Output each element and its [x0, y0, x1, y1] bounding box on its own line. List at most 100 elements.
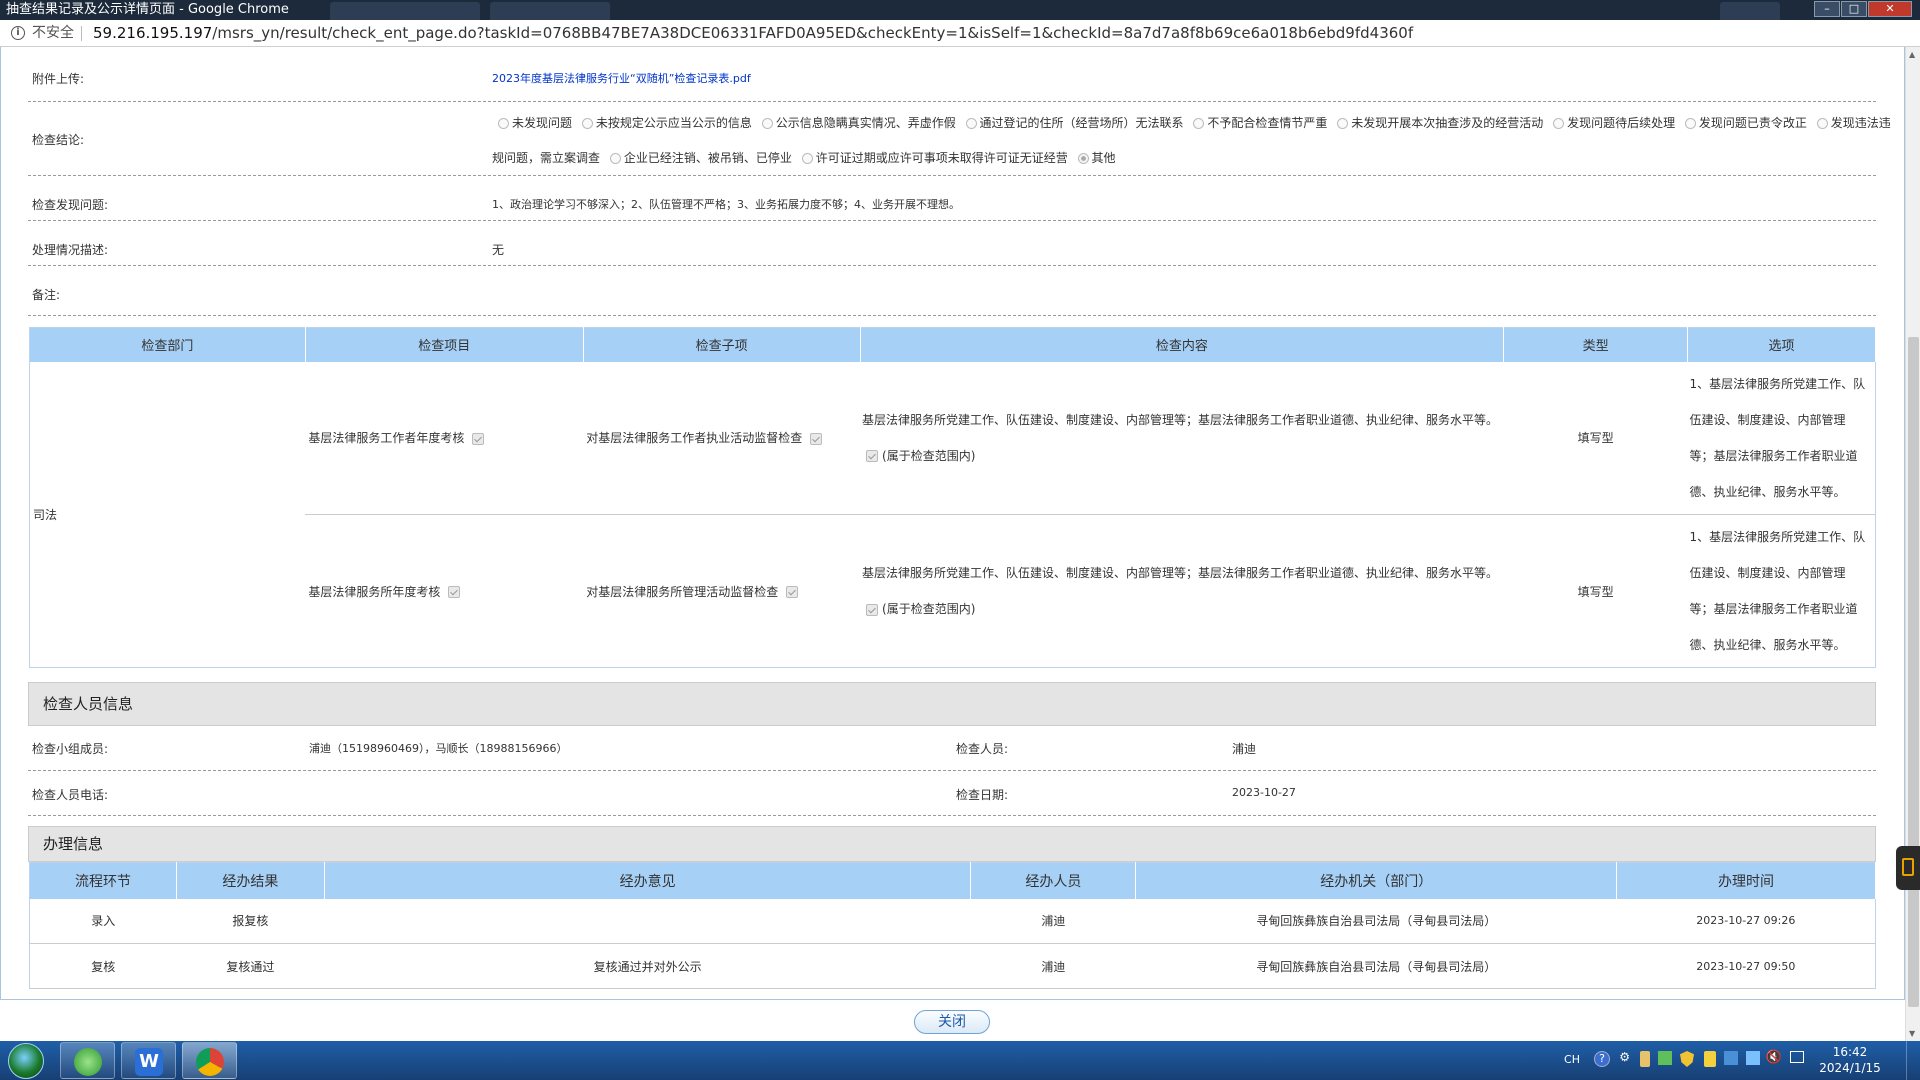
- minimize-icon[interactable]: –: [1814, 1, 1840, 17]
- attachment-file-link[interactable]: 2023年度基层法律服务行业“双随机”检查记录表.pdf: [492, 70, 751, 86]
- table-row: 录入 报复核 浦迪 寻甸回族彝族自治县司法局（寻甸县司法局） 2023-10-2…: [29, 898, 1876, 944]
- issues-row: 检查发现问题: 1、政治理论学习不够深入；2、队伍管理不严格；3、业务拓展力度不…: [28, 176, 1876, 221]
- chrome-icon: [196, 1048, 224, 1076]
- scroll-down-icon[interactable]: ▼: [1909, 1029, 1915, 1038]
- checkbox[interactable]: [866, 603, 879, 616]
- conclusion-option[interactable]: 未发现开展本次抽查涉及的经营活动: [1331, 114, 1543, 131]
- clock[interactable]: 16:42 2024/1/15: [1810, 1044, 1890, 1076]
- background-tab[interactable]: [330, 2, 480, 20]
- taskbar-app[interactable]: W: [121, 1042, 176, 1079]
- app-tray-icon[interactable]: [1746, 1051, 1760, 1065]
- check-items-table: 检查部门 检查项目 检查子项 检查内容 类型 选项 司法 基层法律服务工作者年度…: [29, 327, 1876, 668]
- address-bar[interactable]: i 不安全 59.216.195.197/msrs_yn/result/chec…: [0, 20, 1920, 47]
- lock-icon[interactable]: [1704, 1051, 1716, 1067]
- background-tab[interactable]: [490, 2, 610, 20]
- input-language[interactable]: CH: [1564, 1053, 1580, 1066]
- checkbox[interactable]: [448, 586, 461, 598]
- conclusion-option-selected[interactable]: 其他: [1072, 149, 1116, 166]
- clock-date: 2024/1/15: [1819, 1061, 1881, 1075]
- conclusion-option-continued: 规问题，需立案调查: [492, 151, 601, 165]
- conclusion-option[interactable]: 企业已经注销、被吊销、已停业: [604, 149, 792, 166]
- close-icon[interactable]: ✕: [1868, 1, 1912, 17]
- conclusion-option[interactable]: 未按规定公示应当公示的信息: [576, 114, 752, 131]
- section-title: 办理信息: [28, 826, 1876, 862]
- checkbox[interactable]: [866, 450, 879, 463]
- checkbox[interactable]: [472, 432, 485, 445]
- conclusion-option[interactable]: 发现违法违: [1811, 114, 1891, 131]
- side-extension-icon[interactable]: [1896, 846, 1920, 890]
- option-line: 1、基层法律服务所党建工作、队: [1689, 376, 1866, 391]
- radio-button[interactable]: [965, 118, 977, 129]
- radio-button[interactable]: [581, 118, 593, 129]
- radio-button[interactable]: [1684, 118, 1696, 129]
- radio-button[interactable]: [1337, 118, 1349, 129]
- remark-row: 备注:: [28, 266, 1876, 316]
- option-cell: 1、基层法律服务所党建工作、队 伍建设、制度建设、内部管理 等；基层法律服务工作…: [1687, 514, 1876, 668]
- table-cell: 寻甸回族彝族自治县司法局（寻甸县司法局）: [1135, 943, 1617, 989]
- action-center-icon[interactable]: [1790, 1051, 1804, 1063]
- conclusion-option[interactable]: 通过登记的住所（经营场所）无法联系: [960, 114, 1184, 131]
- usb-icon[interactable]: [1640, 1051, 1650, 1067]
- content-text: 基层法律服务所党建工作、队伍建设、制度建设、内部管理等；基层法律服务工作者职业道…: [862, 566, 1499, 580]
- conclusion-option[interactable]: 发现问题已责令改正: [1679, 114, 1807, 131]
- taskbar-app[interactable]: [60, 1042, 115, 1079]
- network-icon[interactable]: [1724, 1051, 1738, 1065]
- security-label[interactable]: 不安全: [32, 20, 74, 46]
- inspector-label: 检查人员:: [956, 742, 1009, 756]
- option-cell: 1、基层法律服务所党建工作、队 伍建设、制度建设、内部管理 等；基层法律服务工作…: [1688, 362, 1876, 515]
- start-button[interactable]: [4, 1042, 50, 1079]
- settings-icon[interactable]: ⚙: [1619, 1050, 1630, 1064]
- taskbar-app-active[interactable]: [182, 1042, 237, 1079]
- scroll-up-icon[interactable]: ▲: [1909, 50, 1915, 59]
- conclusion-option[interactable]: 不予配合检查情节严重: [1187, 114, 1327, 131]
- url-host: 59.216.195.197: [93, 24, 213, 42]
- department-cell: 司法: [33, 507, 58, 522]
- radio-button[interactable]: [1816, 118, 1828, 129]
- vertical-scrollbar[interactable]: ▲ ▼: [1905, 47, 1920, 1041]
- conclusion-row: 检查结论: 未发现问题 未按规定公示应当公示的信息 公示信息隐瞒真实情况、弄虚作…: [28, 102, 1891, 176]
- conclusion-option[interactable]: 发现问题待后续处理: [1547, 114, 1675, 131]
- taskbar: W CH ? ⚙ 🔇 16:42 2024/1/15: [0, 1041, 1920, 1080]
- maximize-icon[interactable]: □: [1841, 1, 1867, 17]
- url-path: /msrs_yn/result/check_ent_page.do?taskId…: [212, 24, 1414, 42]
- conclusion-label: 检查结论:: [32, 133, 85, 147]
- url-text[interactable]: 59.216.195.197/msrs_yn/result/check_ent_…: [93, 20, 1413, 46]
- phone-row: 检查人员电话: 检查日期: 2023-10-27: [28, 771, 1876, 816]
- divider: [81, 26, 82, 41]
- window-controls: – □ ✕: [1813, 1, 1912, 17]
- show-desktop-button[interactable]: [1906, 1041, 1920, 1080]
- radio-button[interactable]: [801, 153, 813, 164]
- table-cell: 复核通过: [176, 943, 325, 989]
- option-line: 等；基层法律服务工作者职业道: [1689, 448, 1858, 463]
- network-status-icon[interactable]: [1658, 1051, 1672, 1065]
- item-cell: 基层法律服务所年度考核: [305, 514, 584, 668]
- volume-muted-icon[interactable]: 🔇: [1766, 1050, 1782, 1065]
- handling-row: 处理情况描述: 无: [28, 221, 1876, 266]
- table-row: 基层法律服务所年度考核 对基层法律服务所管理活动监督检查 基层法律服务所党建工作…: [30, 514, 1876, 668]
- radio-button[interactable]: [609, 153, 621, 164]
- conclusion-option[interactable]: 公示信息隐瞒真实情况、弄虚作假: [756, 114, 956, 131]
- radio-button-selected[interactable]: [1077, 153, 1089, 164]
- item-cell: 基层法律服务工作者年度考核: [305, 362, 583, 515]
- handling-label: 处理情况描述:: [32, 243, 109, 257]
- checkbox[interactable]: [786, 586, 799, 598]
- radio-button[interactable]: [498, 118, 509, 129]
- option-line: 等；基层法律服务工作者职业道: [1689, 602, 1858, 616]
- checkbox[interactable]: [810, 432, 823, 445]
- issues-value: 1、政治理论学习不够深入；2、队伍管理不严格；3、业务拓展力度不够；4、业务开展…: [492, 198, 960, 211]
- radio-button[interactable]: [761, 118, 773, 129]
- type-cell: 填写型: [1503, 514, 1688, 668]
- table-cell: 报复核: [176, 898, 325, 944]
- window-titlebar: 抽查结果记录及公示详情页面 - Google Chrome – □ ✕: [0, 0, 1920, 20]
- info-icon[interactable]: i: [11, 26, 25, 40]
- conclusion-option[interactable]: 未发现问题: [492, 114, 572, 131]
- background-tab[interactable]: [1720, 2, 1780, 20]
- conclusion-option[interactable]: 许可证过期或应许可事项未取得许可证无证经营: [796, 149, 1068, 166]
- radio-button[interactable]: [1193, 118, 1205, 129]
- scrollbar-thumb[interactable]: [1908, 337, 1919, 1007]
- shield-icon[interactable]: [1680, 1051, 1694, 1067]
- radio-button[interactable]: [1553, 118, 1565, 129]
- column-header: 类型: [1503, 327, 1689, 362]
- help-icon[interactable]: ?: [1594, 1051, 1610, 1067]
- close-button[interactable]: 关闭: [914, 1010, 990, 1034]
